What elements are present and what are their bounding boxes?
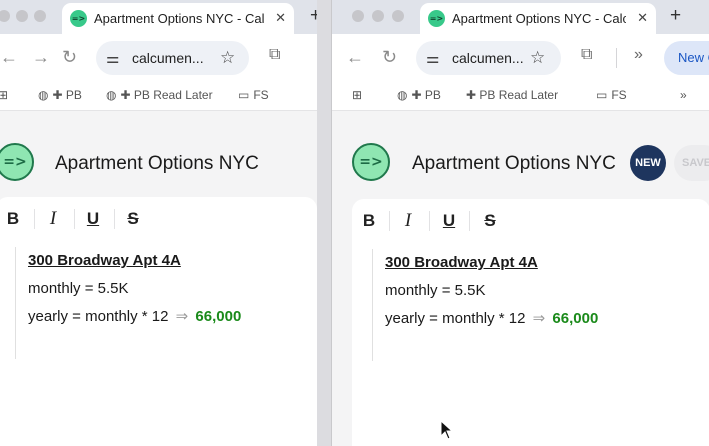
reload-icon[interactable]: ↻ (62, 47, 77, 68)
forward-icon[interactable]: → (32, 47, 50, 68)
doc-line[interactable]: yearly = monthly * 12 ⇒ 66,000 (372, 305, 598, 333)
toolbar: ← → ↻ ⚌ calcumen... ☆ ⧉ (0, 34, 317, 82)
star-icon[interactable]: ☆ (220, 48, 235, 68)
bold-button[interactable]: B (0, 207, 28, 231)
app-logo: => (0, 143, 34, 181)
tab-close-icon[interactable]: ✕ (637, 10, 648, 26)
doc-line[interactable]: monthly = 5.5K (15, 275, 128, 303)
site-settings-icon[interactable]: ⚌ (106, 49, 119, 67)
divider (469, 211, 470, 231)
back-icon[interactable]: ← (0, 47, 18, 68)
strikethrough-button[interactable]: S (475, 209, 505, 233)
editor-panel: B I U S 300 Broadway Apt 4A monthly = 5.… (352, 199, 709, 446)
divider (74, 209, 75, 229)
apps-grid-icon[interactable]: ⊞ (0, 88, 8, 102)
globe-icon: ◍ (106, 88, 117, 102)
divider (616, 48, 617, 68)
save-button[interactable]: SAVE (674, 145, 709, 181)
tab-strip: => Apartment Options NYC - Calcumention … (332, 0, 709, 34)
globe-icon: ◍ (38, 88, 49, 102)
result-arrow-icon: ⇒ (532, 310, 546, 327)
folder-icon: ▭ (238, 88, 250, 102)
divider (389, 211, 390, 231)
tab-title: Apartment Options NYC - Calcumention (452, 11, 626, 26)
tab-title: Apartment Options NYC - Calcumention (94, 11, 264, 26)
doc-line-heading[interactable]: 300 Broadway Apt 4A (15, 247, 181, 275)
new-tab-button[interactable]: + (310, 5, 317, 27)
window-close-dot[interactable] (352, 10, 364, 22)
window-zoom-dot[interactable] (34, 10, 46, 22)
doc-line[interactable]: yearly = monthly * 12 ⇒ 66,000 (15, 303, 241, 331)
bookmark-pb[interactable]: ◍ ✚ PB (397, 88, 441, 102)
page-title: Apartment Options NYC (412, 153, 616, 174)
strikethrough-button[interactable]: S (118, 207, 148, 231)
tab-active[interactable]: => Apartment Options NYC - Calcumention … (420, 3, 656, 34)
app-content: => Apartment Options NYC NEW SAVE B I U … (332, 111, 709, 446)
bookmark-pb-read-later[interactable]: ✚ PB Read Later (466, 88, 558, 102)
app-content: => Apartment Options NYC NEW B I U S 300… (0, 111, 317, 446)
window-zoom-dot[interactable] (392, 10, 404, 22)
url-text: calcumen... (132, 50, 204, 66)
address-bar[interactable]: ⚌ calcumen... ☆ (416, 41, 561, 75)
bookmarks-bar: ⊞ ◍ ✚ PB ✚ PB Read Later ▭ FS » (332, 82, 709, 111)
favicon-icon: => (428, 10, 445, 27)
italic-button[interactable]: I (38, 207, 68, 231)
new-tab-button[interactable]: + (670, 5, 681, 27)
app-logo: => (352, 143, 390, 181)
result-value: 66,000 (552, 310, 599, 327)
bookmark-fs[interactable]: ▭ FS (238, 88, 269, 102)
page-title: Apartment Options NYC (55, 153, 259, 174)
url-text: calcumen... (452, 50, 524, 66)
browser-window-right: => Apartment Options NYC - Calcumention … (331, 0, 709, 446)
doc-line-empty[interactable] (372, 333, 385, 361)
site-settings-icon[interactable]: ⚌ (426, 49, 439, 67)
address-bar[interactable]: ⚌ calcumen... ☆ (96, 41, 249, 75)
doc-line-empty[interactable] (15, 331, 28, 359)
tab-strip: => Apartment Options NYC - Calcumention … (0, 0, 317, 34)
tab-close-icon[interactable]: ✕ (275, 10, 286, 26)
globe-icon: ◍ (397, 88, 408, 102)
puzzle-icon[interactable]: ⧉ (269, 46, 280, 64)
divider (114, 209, 115, 229)
toolbar: ← ↻ ⚌ calcumen... ☆ ⧉ » New C (332, 34, 709, 82)
window-minimize-dot[interactable] (16, 10, 28, 22)
doc-line-heading[interactable]: 300 Broadway Apt 4A (372, 249, 538, 277)
window-gap (317, 0, 331, 446)
divider (34, 209, 35, 229)
new-chrome-pill[interactable]: New C (664, 41, 709, 75)
chevron-double-right-icon[interactable]: » (634, 46, 643, 64)
folder-icon: ▭ (596, 88, 608, 102)
browser-window-left: => Apartment Options NYC - Calcumention … (0, 0, 317, 446)
bookmark-pb[interactable]: ◍ ✚ PB (38, 88, 82, 102)
doc-line[interactable]: monthly = 5.5K (372, 277, 485, 305)
back-icon[interactable]: ← (346, 47, 364, 68)
result-arrow-icon: ⇒ (175, 308, 189, 325)
tab-active[interactable]: => Apartment Options NYC - Calcumention … (62, 3, 294, 34)
apps-grid-icon[interactable]: ⊞ (352, 88, 362, 102)
chevron-double-right-icon[interactable]: » (680, 88, 687, 102)
puzzle-icon[interactable]: ⧉ (581, 46, 592, 64)
new-button[interactable]: NEW (630, 145, 666, 181)
favicon-icon: => (70, 10, 87, 27)
bookmarks-bar: ⊞ ◍ ✚ PB ◍ ✚ PB Read Later ▭ FS (0, 82, 317, 111)
reload-icon[interactable]: ↻ (382, 47, 397, 68)
divider (429, 211, 430, 231)
editor-panel: B I U S 300 Broadway Apt 4A monthly = 5.… (0, 197, 317, 446)
italic-button[interactable]: I (393, 209, 423, 233)
bold-button[interactable]: B (354, 209, 384, 233)
bookmark-pb-read-later[interactable]: ◍ ✚ PB Read Later (106, 88, 213, 102)
bookmark-fs[interactable]: ▭ FS (596, 88, 627, 102)
window-close-dot[interactable] (0, 10, 10, 22)
result-value: 66,000 (195, 308, 242, 325)
star-icon[interactable]: ☆ (530, 48, 545, 68)
window-minimize-dot[interactable] (372, 10, 384, 22)
underline-button[interactable]: U (78, 207, 108, 231)
mouse-pointer-icon (440, 420, 454, 440)
underline-button[interactable]: U (434, 209, 464, 233)
